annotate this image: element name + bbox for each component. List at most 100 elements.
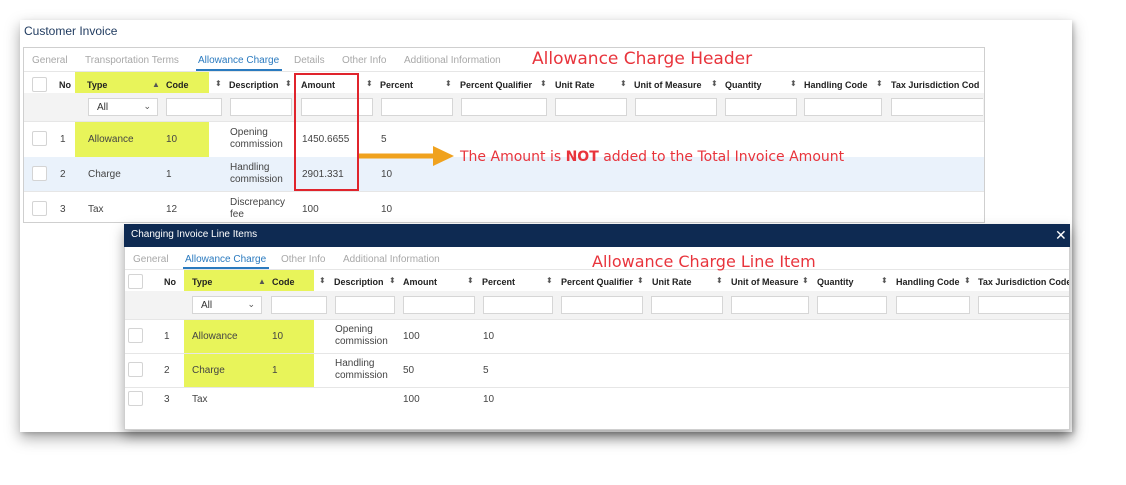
modal-title: Changing Invoice Line Items xyxy=(131,229,258,240)
sort-icon[interactable]: ⬍ xyxy=(546,276,553,285)
row-amount: 50 xyxy=(403,365,415,376)
column-header-code[interactable]: Code xyxy=(272,277,295,287)
row-checkbox[interactable] xyxy=(128,328,143,343)
column-header-quantity[interactable]: Quantity xyxy=(817,277,854,287)
select-all-checkbox[interactable] xyxy=(32,77,47,92)
tab-allowance-charge[interactable]: Allowance Charge xyxy=(185,254,266,265)
quantity-filter-input[interactable] xyxy=(817,296,887,314)
row-description: Handling commission xyxy=(230,162,283,185)
sort-icon[interactable]: ⬍ xyxy=(620,79,627,88)
column-header-unit-of-measure[interactable]: Unit of Measure xyxy=(634,80,702,90)
row-checkbox[interactable] xyxy=(32,131,47,146)
column-header-percent-qualifier[interactable]: Percent Qualifier xyxy=(561,277,633,287)
close-icon[interactable]: ✕ xyxy=(1055,227,1067,244)
column-header-tax-jurisdiction-code[interactable]: Tax Jurisdiction Cod xyxy=(891,80,983,90)
column-header-unit-rate[interactable]: Unit Rate xyxy=(555,80,595,90)
annotation-emphasis: NOT xyxy=(565,149,599,165)
sort-icon[interactable]: ⬍ xyxy=(637,276,644,285)
row-description: Opening commission xyxy=(230,127,283,150)
unit-rate-filter-input[interactable] xyxy=(651,296,723,314)
column-header-handling-code[interactable]: Handling Code xyxy=(804,80,868,90)
annotation-suffix: added to the Total Invoice Amount xyxy=(598,149,845,165)
sort-icon[interactable]: ⬍ xyxy=(876,79,883,88)
tab-transportation-terms[interactable]: Transportation Terms xyxy=(85,55,179,66)
sort-icon[interactable]: ⬍ xyxy=(215,79,222,88)
row-description: Handling commission xyxy=(335,358,388,381)
row-checkbox[interactable] xyxy=(32,166,47,181)
sort-icon[interactable]: ⬍ xyxy=(881,276,888,285)
row-no: 2 xyxy=(60,169,66,180)
column-header-percent-qualifier[interactable]: Percent Qualifier xyxy=(460,80,532,90)
column-header-unit-of-measure[interactable]: Unit of Measure xyxy=(731,277,799,287)
modal-header xyxy=(124,224,1070,247)
sort-icon[interactable]: ⬍ xyxy=(285,79,292,88)
handling-code-filter-input[interactable] xyxy=(804,98,882,116)
sort-icon[interactable]: ⬍ xyxy=(366,79,373,88)
tab-other-info[interactable]: Other Info xyxy=(281,254,325,265)
tab-general[interactable]: General xyxy=(32,55,68,66)
column-header-type[interactable]: Type xyxy=(192,277,212,287)
type-filter-select[interactable]: All ⌄ xyxy=(88,98,158,116)
column-header-percent[interactable]: Percent xyxy=(380,80,413,90)
tab-allowance-charge[interactable]: Allowance Charge xyxy=(198,55,279,66)
row-checkbox[interactable] xyxy=(128,391,143,406)
sort-icon[interactable]: ⬍ xyxy=(964,276,971,285)
row-no: 2 xyxy=(164,365,170,376)
sort-icon[interactable]: ⬍ xyxy=(711,79,718,88)
description-filter-input[interactable] xyxy=(335,296,395,314)
quantity-filter-input[interactable] xyxy=(725,98,797,116)
sort-icon[interactable]: ⬍ xyxy=(790,79,797,88)
percent-filter-input[interactable] xyxy=(483,296,553,314)
tax-jurisdiction-filter-input[interactable] xyxy=(891,98,983,116)
tax-jurisdiction-filter-input[interactable] xyxy=(978,296,1069,314)
row-divider xyxy=(24,121,984,122)
tab-additional-information[interactable]: Additional Information xyxy=(404,55,501,66)
sort-icon[interactable]: ⬍ xyxy=(467,276,474,285)
percent-filter-input[interactable] xyxy=(381,98,453,116)
column-header-description[interactable]: Description xyxy=(229,80,279,90)
column-header-percent[interactable]: Percent xyxy=(482,277,515,287)
column-header-description[interactable]: Description xyxy=(334,277,384,287)
row-type: Tax xyxy=(88,204,104,215)
amount-not-added-annotation: The Amount is NOT added to the Total Inv… xyxy=(460,149,844,165)
column-header-amount[interactable]: Amount xyxy=(403,277,437,287)
tab-additional-information[interactable]: Additional Information xyxy=(343,254,440,265)
sort-icon[interactable]: ⬍ xyxy=(389,276,396,285)
sort-asc-icon[interactable]: ▲ xyxy=(258,277,266,286)
sort-icon[interactable]: ⬍ xyxy=(319,276,326,285)
column-header-code[interactable]: Code xyxy=(166,80,189,90)
unit-of-measure-filter-input[interactable] xyxy=(731,296,809,314)
row-checkbox[interactable] xyxy=(32,201,47,216)
select-all-checkbox[interactable] xyxy=(128,274,143,289)
tab-details[interactable]: Details xyxy=(294,55,325,66)
tab-general[interactable]: General xyxy=(133,254,169,265)
handling-code-filter-input[interactable] xyxy=(896,296,970,314)
row-no: 1 xyxy=(164,331,170,342)
unit-of-measure-filter-input[interactable] xyxy=(635,98,717,116)
type-filter-select[interactable]: All ⌄ xyxy=(192,296,262,314)
unit-rate-filter-input[interactable] xyxy=(555,98,627,116)
tab-other-info[interactable]: Other Info xyxy=(342,55,386,66)
column-header-type[interactable]: Type xyxy=(87,80,107,90)
percent-qualifier-filter-input[interactable] xyxy=(461,98,547,116)
sort-icon[interactable]: ⬍ xyxy=(445,79,452,88)
column-header-tax-jurisdiction-code[interactable]: Tax Jurisdiction Code xyxy=(978,277,1069,287)
column-header-handling-code[interactable]: Handling Code xyxy=(896,277,960,287)
column-header-unit-rate[interactable]: Unit Rate xyxy=(652,277,692,287)
chevron-down-icon: ⌄ xyxy=(247,299,255,309)
page-title: Customer Invoice xyxy=(24,24,118,38)
description-filter-input[interactable] xyxy=(230,98,292,116)
percent-qualifier-filter-input[interactable] xyxy=(561,296,643,314)
row-type: Charge xyxy=(192,365,225,376)
amount-filter-input[interactable] xyxy=(403,296,475,314)
sort-icon[interactable]: ⬍ xyxy=(716,276,723,285)
code-filter-input[interactable] xyxy=(271,296,327,314)
sort-asc-icon[interactable]: ▲ xyxy=(152,80,160,89)
allowance-charge-header-annotation: Allowance Charge Header xyxy=(532,49,753,69)
row-code: 10 xyxy=(272,331,284,342)
row-checkbox[interactable] xyxy=(128,362,143,377)
sort-icon[interactable]: ⬍ xyxy=(540,79,547,88)
code-filter-input[interactable] xyxy=(166,98,222,116)
column-header-quantity[interactable]: Quantity xyxy=(725,80,762,90)
sort-icon[interactable]: ⬍ xyxy=(802,276,809,285)
